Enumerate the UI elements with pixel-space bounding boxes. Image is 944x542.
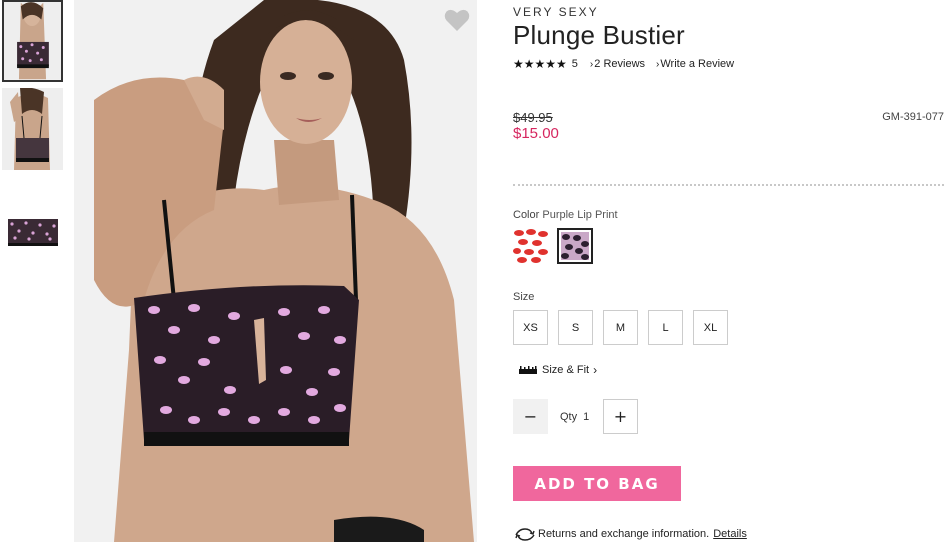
color-label: Color Purple Lip Print	[513, 209, 618, 221]
product-title: Plunge Bustier	[513, 20, 685, 50]
product-sku: GM-391-077	[882, 111, 944, 123]
star-rating-icon: ★★★★★	[513, 57, 567, 71]
product-image	[74, 0, 477, 542]
size-option-xl[interactable]: XL	[693, 310, 728, 345]
brand-label: VERY SEXY	[513, 5, 599, 19]
quantity-increase-button[interactable]: +	[603, 399, 638, 434]
chevron-right-icon: ›	[589, 59, 594, 70]
size-option-s[interactable]: S	[558, 310, 593, 345]
rating-value: 5	[571, 58, 578, 70]
quantity-decrease-button[interactable]: −	[513, 399, 548, 434]
size-option-xs[interactable]: XS	[513, 310, 548, 345]
add-to-bag-button[interactable]: ADD TO BAG	[513, 466, 681, 501]
reviews-link[interactable]: ›2 Reviews	[590, 58, 645, 70]
returns-info: Returns and exchange information. Detail…	[513, 527, 747, 541]
returns-details-link[interactable]: Details	[713, 528, 747, 540]
write-review-link[interactable]: ›Write a Review	[656, 58, 734, 70]
thumbnail-flat[interactable]	[2, 176, 63, 258]
quantity-value: 1	[583, 411, 590, 423]
swatch-red-lip-print[interactable]	[513, 228, 549, 264]
size-option-m[interactable]: M	[603, 310, 638, 345]
thumbnail-back[interactable]	[2, 88, 63, 170]
quantity-display: Qty 1	[560, 411, 590, 423]
rating-row: ★★★★★ 5 ›2 Reviews ›Write a Review	[513, 57, 734, 71]
divider	[513, 184, 944, 186]
size-label: Size	[513, 291, 535, 303]
product-details: VERY SEXY Plunge Bustier ★★★★★ 5 ›2 Revi…	[513, 0, 944, 542]
ruler-icon	[519, 366, 537, 374]
size-option-l[interactable]: L	[648, 310, 683, 345]
original-price: $49.95	[513, 110, 553, 125]
swatch-purple-lip-print[interactable]	[557, 228, 593, 264]
returns-text: Returns and exchange information.	[538, 528, 710, 540]
sale-price: $15.00	[513, 125, 559, 142]
size-fit-link[interactable]: Size & Fit ›	[519, 363, 598, 377]
selected-color: Purple Lip Print	[542, 209, 618, 221]
chevron-right-icon: ›	[656, 59, 660, 70]
chevron-right-icon: ›	[593, 363, 598, 377]
thumbnail-front[interactable]	[2, 0, 63, 82]
heart-icon[interactable]	[444, 8, 470, 32]
return-arrows-icon	[515, 528, 535, 541]
